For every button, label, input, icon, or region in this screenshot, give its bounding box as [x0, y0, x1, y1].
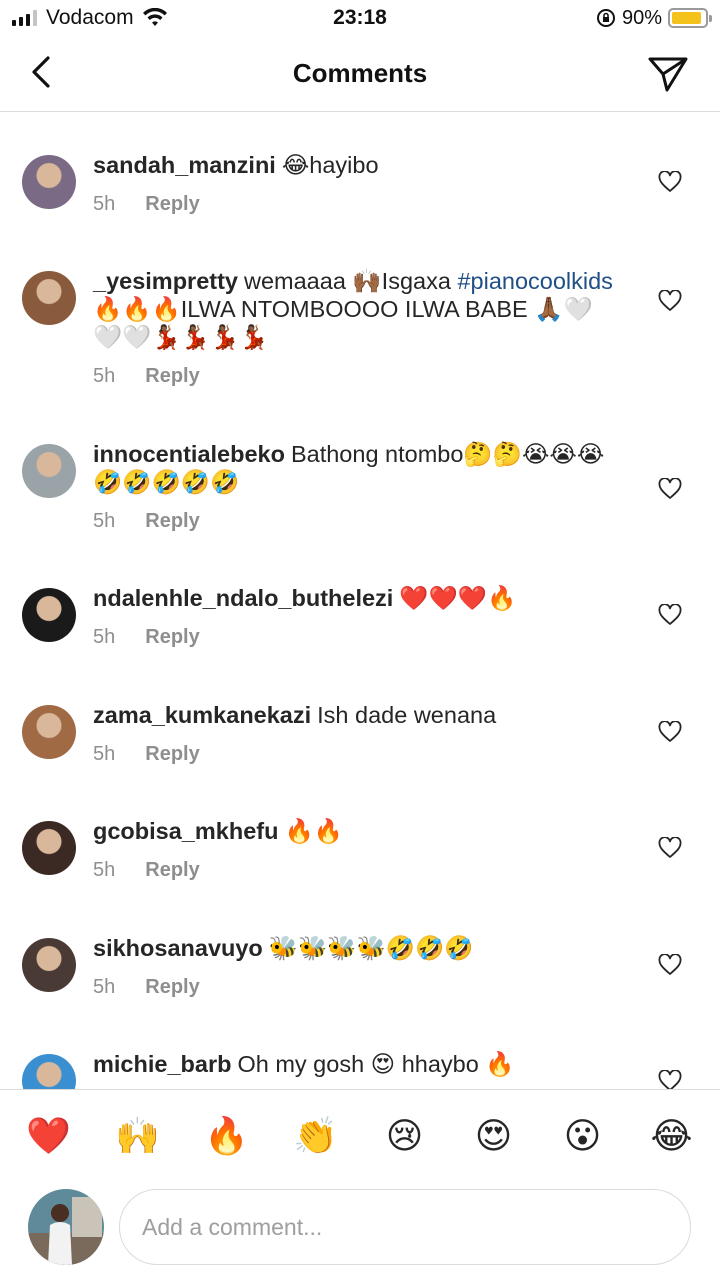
heart-icon[interactable] [658, 720, 682, 743]
comment-text: sikhosanavuyo 🐝🐝🐝🐝🤣🤣🤣 [93, 934, 613, 962]
comment-username[interactable]: gcobisa_mkhefu [93, 818, 278, 844]
comment-meta: 5h Reply [93, 743, 200, 766]
comment-username[interactable]: sikhosanavuyo [93, 935, 263, 961]
comment-username[interactable]: sandah_manzini [93, 152, 276, 178]
comment-item: sikhosanavuyo 🐝🐝🐝🐝🤣🤣🤣 5h Reply [0, 932, 720, 1020]
comment-timestamp: 5h [93, 193, 116, 215]
heart-icon[interactable] [658, 953, 682, 976]
comment-item: michie_barb Oh my gosh 😍 hhaybo 🔥 [0, 1048, 720, 1089]
status-right: 90% [596, 6, 712, 30]
reply-button[interactable]: Reply [145, 510, 199, 533]
comment-item: innocentialebeko Bathong ntombo🤔🤔😭😭😭🤣🤣🤣🤣🤣… [0, 438, 720, 554]
comment-item: ndalenhle_ndalo_buthelezi ❤️❤️❤️🔥 5h Reply [0, 582, 720, 670]
heart-icon[interactable] [658, 170, 682, 193]
comment-body: 😂hayibo [281, 152, 379, 178]
heart-icon[interactable] [658, 477, 682, 500]
comment-list[interactable]: sandah_manzini 😂hayibo 5h Reply _yesimpretty… [0, 113, 720, 1089]
comment-text: ndalenhle_ndalo_buthelezi ❤️❤️❤️🔥 [93, 584, 613, 612]
avatar[interactable] [22, 155, 76, 209]
comment-item: sandah_manzini 😂hayibo 5h Reply [0, 149, 720, 237]
comment-text: zama_kumkanekazi Ish dade wenana [93, 701, 613, 729]
avatar[interactable] [22, 705, 76, 759]
comment-text: gcobisa_mkhefu 🔥🔥 [93, 817, 613, 845]
comment-text: innocentialebeko Bathong ntombo🤔🤔😭😭😭🤣🤣🤣🤣🤣 [93, 440, 613, 496]
battery-percent: 90% [621, 6, 662, 29]
avatar[interactable] [22, 1054, 76, 1089]
comment-text: michie_barb Oh my gosh 😍 hhaybo 🔥 [93, 1050, 613, 1078]
comment-body: wemaaaa 🙌🏾Isgaxa [244, 268, 458, 294]
orientation-lock-icon [596, 9, 615, 27]
comment-username[interactable]: _yesimpretty [93, 268, 238, 294]
comment-body: Oh my gosh 😍 hhaybo 🔥 [237, 1051, 515, 1077]
comment-composer [0, 1181, 720, 1280]
battery-icon [668, 8, 712, 28]
quick-reaction-emoji[interactable]: 🙌 [108, 1117, 168, 1154]
avatar[interactable] [22, 444, 76, 498]
quick-reaction-emoji[interactable]: ❤️ [19, 1117, 79, 1154]
heart-icon[interactable] [658, 836, 682, 859]
comment-text: _yesimpretty wemaaaa 🙌🏾Isgaxa #pianocoolk… [93, 267, 613, 351]
comment-meta: 5h Reply [93, 626, 200, 649]
heart-icon[interactable] [658, 603, 682, 626]
comment-timestamp: 5h [93, 626, 116, 648]
comment-input[interactable] [119, 1189, 691, 1265]
paper-plane-icon [648, 57, 688, 92]
heart-icon[interactable] [658, 289, 682, 312]
comment-body: 🐝🐝🐝🐝🤣🤣🤣 [268, 935, 474, 961]
reply-button[interactable]: Reply [145, 743, 199, 766]
comment-meta: 5h Reply [93, 510, 200, 533]
avatar[interactable] [22, 938, 76, 992]
comment-meta: 5h Reply [93, 859, 200, 882]
avatar[interactable] [22, 271, 76, 325]
battery-fill [672, 12, 701, 24]
reply-button[interactable]: Reply [145, 859, 199, 882]
comment-username[interactable]: ndalenhle_ndalo_buthelezi [93, 585, 393, 611]
avatar[interactable] [22, 821, 76, 875]
quick-reaction-emoji[interactable]: 🔥 [197, 1117, 257, 1154]
comment-timestamp: 5h [93, 976, 116, 998]
hashtag-link[interactable]: #pianocoolkids [457, 268, 612, 294]
comment-body: Ish dade wenana [317, 702, 497, 728]
quick-reaction-emoji[interactable]: 👏 [286, 1117, 346, 1154]
quick-reaction-emoji[interactable]: 😂 [642, 1117, 702, 1154]
comment-meta: 5h Reply [93, 365, 200, 388]
comment-timestamp: 5h [93, 859, 116, 881]
header: Comments [0, 36, 720, 112]
reply-button[interactable]: Reply [145, 365, 199, 388]
comment-text: sandah_manzini 😂hayibo [93, 151, 613, 179]
quick-reaction-bar: ❤️ 🙌 🔥 👏 😢 😍 😮 😂 [0, 1089, 720, 1181]
comment-meta: 5h Reply [93, 976, 200, 999]
comment-item: zama_kumkanekazi Ish dade wenana 5h Reply [0, 699, 720, 787]
comment-meta: 5h Reply [93, 193, 200, 216]
reply-button[interactable]: Reply [145, 976, 199, 999]
comment-item: gcobisa_mkhefu 🔥🔥 5h Reply [0, 815, 720, 903]
quick-reaction-emoji[interactable]: 😍 [464, 1117, 524, 1154]
reply-button[interactable]: Reply [145, 193, 199, 216]
comment-username[interactable]: innocentialebeko [93, 441, 285, 467]
share-button[interactable] [646, 52, 690, 96]
comment-item: _yesimpretty wemaaaa 🙌🏾Isgaxa #pianocoolk… [0, 265, 720, 409]
comment-timestamp: 5h [93, 510, 116, 532]
quick-reaction-emoji[interactable]: 😮 [553, 1117, 613, 1154]
comment-timestamp: 5h [93, 365, 116, 387]
comment-username[interactable]: zama_kumkanekazi [93, 702, 311, 728]
comment-timestamp: 5h [93, 743, 116, 765]
status-bar: Vodacom 23:18 90% [0, 0, 720, 36]
page-title: Comments [292, 58, 428, 88]
avatar[interactable] [22, 588, 76, 642]
reply-button[interactable]: Reply [145, 626, 199, 649]
comment-username[interactable]: michie_barb [93, 1051, 231, 1077]
comment-body: 🔥🔥🔥ILWA NTOMBOOOO ILWA BABE 🙏🏾🤍🤍🤍💃🏾💃🏾💃🏾💃… [93, 296, 593, 350]
comment-body: 🔥🔥 [284, 818, 343, 844]
quick-reaction-emoji[interactable]: 😢 [375, 1117, 435, 1154]
heart-icon[interactable] [658, 1069, 682, 1089]
comment-body: ❤️❤️❤️🔥 [399, 585, 517, 611]
current-user-avatar [28, 1189, 104, 1265]
